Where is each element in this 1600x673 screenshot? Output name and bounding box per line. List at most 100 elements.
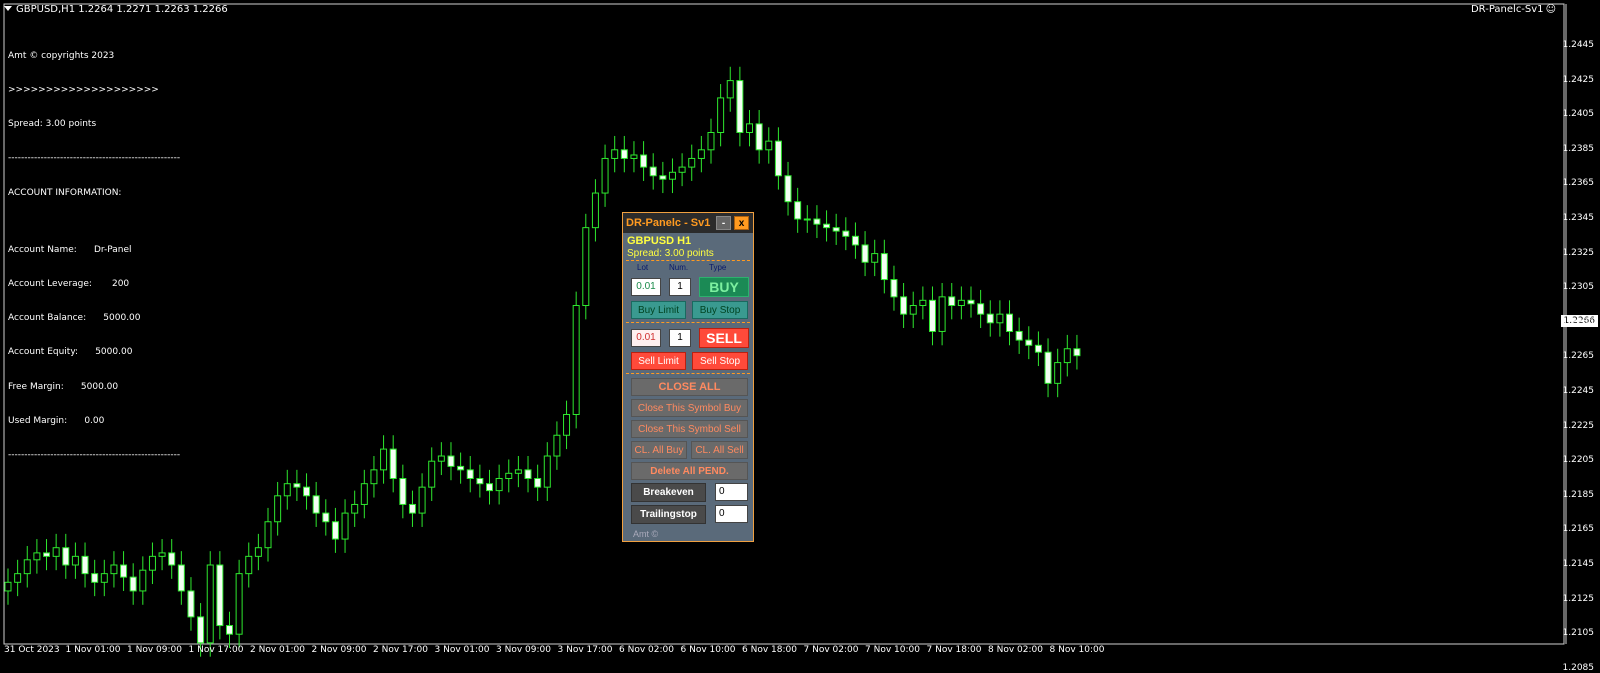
time-axis-label: 6 Nov 18:00 [742, 645, 797, 655]
breakeven-input[interactable]: 0 [715, 483, 748, 501]
sell-limit-button[interactable]: Sell Limit [631, 352, 686, 370]
candle-body [784, 175, 792, 203]
candle-body [938, 296, 946, 332]
minimize-button[interactable]: - [716, 216, 731, 230]
breakeven-button[interactable]: Breakeven [631, 483, 706, 502]
close-symbol-sell-button[interactable]: Close This Symbol Sell [631, 420, 748, 438]
dropdown-triangle-icon[interactable] [4, 6, 12, 11]
close-all-button[interactable]: CLOSE ALL [631, 378, 748, 396]
candle-body [466, 469, 474, 480]
candle-body [322, 512, 330, 523]
ea-label[interactable]: DR-Panelc-Sv1 ☺ [1471, 4, 1556, 15]
sell-stop-button[interactable]: Sell Stop [692, 352, 748, 370]
price-axis-label: 1.2425 [1562, 74, 1595, 85]
candle-body [1063, 348, 1071, 364]
candle-body [851, 235, 859, 246]
close-all-buy-button[interactable]: CL. All Buy [631, 441, 687, 459]
chart-header: GBPUSD,H1 1.2264 1.2271 1.2263 1.2266 [4, 4, 228, 15]
candle-body [360, 483, 368, 505]
panel-title-bar[interactable]: DR-Panelc - Sv1 - x [623, 213, 753, 233]
candle-body [736, 80, 744, 133]
candle-body [1025, 339, 1033, 346]
info-line: Used Margin: 0.00 [8, 415, 105, 426]
buy-num-input[interactable]: 1 [669, 278, 691, 296]
candle-body [880, 253, 888, 281]
buy-stop-button[interactable]: Buy Stop [692, 301, 748, 319]
sell-button[interactable]: SELL [699, 328, 749, 348]
candle-body [630, 154, 638, 159]
sell-lot-input[interactable]: 0.01 [631, 329, 661, 347]
candle-body [312, 495, 320, 514]
info-line: >>>>>>>>>>>>>>>>>>>> [8, 85, 159, 96]
candle-body [14, 573, 22, 583]
candle-body [408, 503, 416, 514]
buy-button[interactable]: BUY [699, 277, 749, 297]
price-axis-label: 1.2245 [1562, 386, 1595, 396]
sell-num-input[interactable]: 1 [669, 329, 691, 347]
panel-spread: Spread: 3.00 points [627, 248, 714, 259]
time-axis-label: 6 Nov 02:00 [619, 645, 674, 655]
candle-body [794, 201, 802, 220]
candle-body [726, 80, 734, 99]
candle-body [967, 299, 975, 305]
candle-body [399, 478, 407, 505]
candle-body [765, 140, 773, 151]
price-axis-label: 1.2185 [1562, 489, 1595, 500]
trailingstop-button[interactable]: Trailingstop [631, 505, 706, 524]
time-axis-label: 1 Nov 17:00 [188, 645, 244, 655]
candle-body [553, 434, 561, 457]
candle-body [254, 547, 262, 557]
candle-body [524, 469, 532, 480]
time-axis-label: 8 Nov 10:00 [1049, 645, 1105, 655]
candle-body [861, 244, 869, 263]
close-symbol-buy-button[interactable]: Close This Symbol Buy [631, 399, 748, 417]
candle-body [803, 218, 811, 221]
candle-body [91, 573, 99, 583]
candle-body [620, 149, 628, 159]
candle-body [746, 123, 754, 133]
candle-body [148, 555, 156, 571]
info-line: ----------------------------------------… [8, 450, 181, 461]
candle-body [33, 552, 41, 561]
candle-body [158, 552, 166, 557]
candle-body [649, 166, 657, 177]
col-type: Type [709, 263, 727, 272]
candle-body [168, 552, 176, 566]
candle-body [264, 521, 272, 549]
candle-body [62, 547, 70, 566]
candle-body [678, 166, 686, 173]
candle-body [81, 555, 89, 575]
col-lot: Lot [637, 263, 649, 272]
price-axis-label: 1.2405 [1562, 109, 1595, 120]
close-all-sell-button[interactable]: CL. All Sell [691, 441, 748, 459]
time-axis-label: 31 Oct 2023 [4, 645, 60, 655]
candle-body [707, 132, 715, 151]
account-info: Amt © copyrights 2023 >>>>>>>>>>>>>>>>>>… [8, 28, 180, 473]
buy-lot-input[interactable]: 0.01 [631, 278, 661, 296]
info-line: Account Name: Dr-Panel [8, 244, 132, 255]
buy-limit-button[interactable]: Buy Limit [631, 301, 686, 319]
close-panel-button[interactable]: x [734, 216, 749, 230]
candle-body [139, 569, 147, 592]
time-axis-label: 2 Nov 09:00 [311, 645, 367, 655]
candle-body [900, 296, 908, 315]
candle-body [23, 559, 31, 575]
candle-body [1015, 330, 1023, 341]
candle-body [129, 576, 137, 592]
chart-frame [3, 3, 1565, 645]
candle-body [582, 227, 590, 306]
trailingstop-input[interactable]: 0 [715, 505, 748, 523]
candle-body [890, 279, 898, 298]
candle-body [197, 616, 205, 644]
candle-body [813, 218, 821, 225]
price-chart[interactable] [0, 0, 1600, 662]
info-line: Account Balance: 5000.00 [8, 313, 141, 324]
time-axis-label: 7 Nov 02:00 [803, 645, 859, 655]
info-line: Amt © copyrights 2023 [8, 50, 115, 61]
delete-pending-button[interactable]: Delete All PEND. [631, 462, 748, 480]
info-line: Free Margin: 5000.00 [8, 381, 119, 392]
divider [626, 373, 750, 374]
divider [626, 322, 750, 323]
candle-body [418, 486, 426, 514]
candle-body [996, 313, 1004, 324]
